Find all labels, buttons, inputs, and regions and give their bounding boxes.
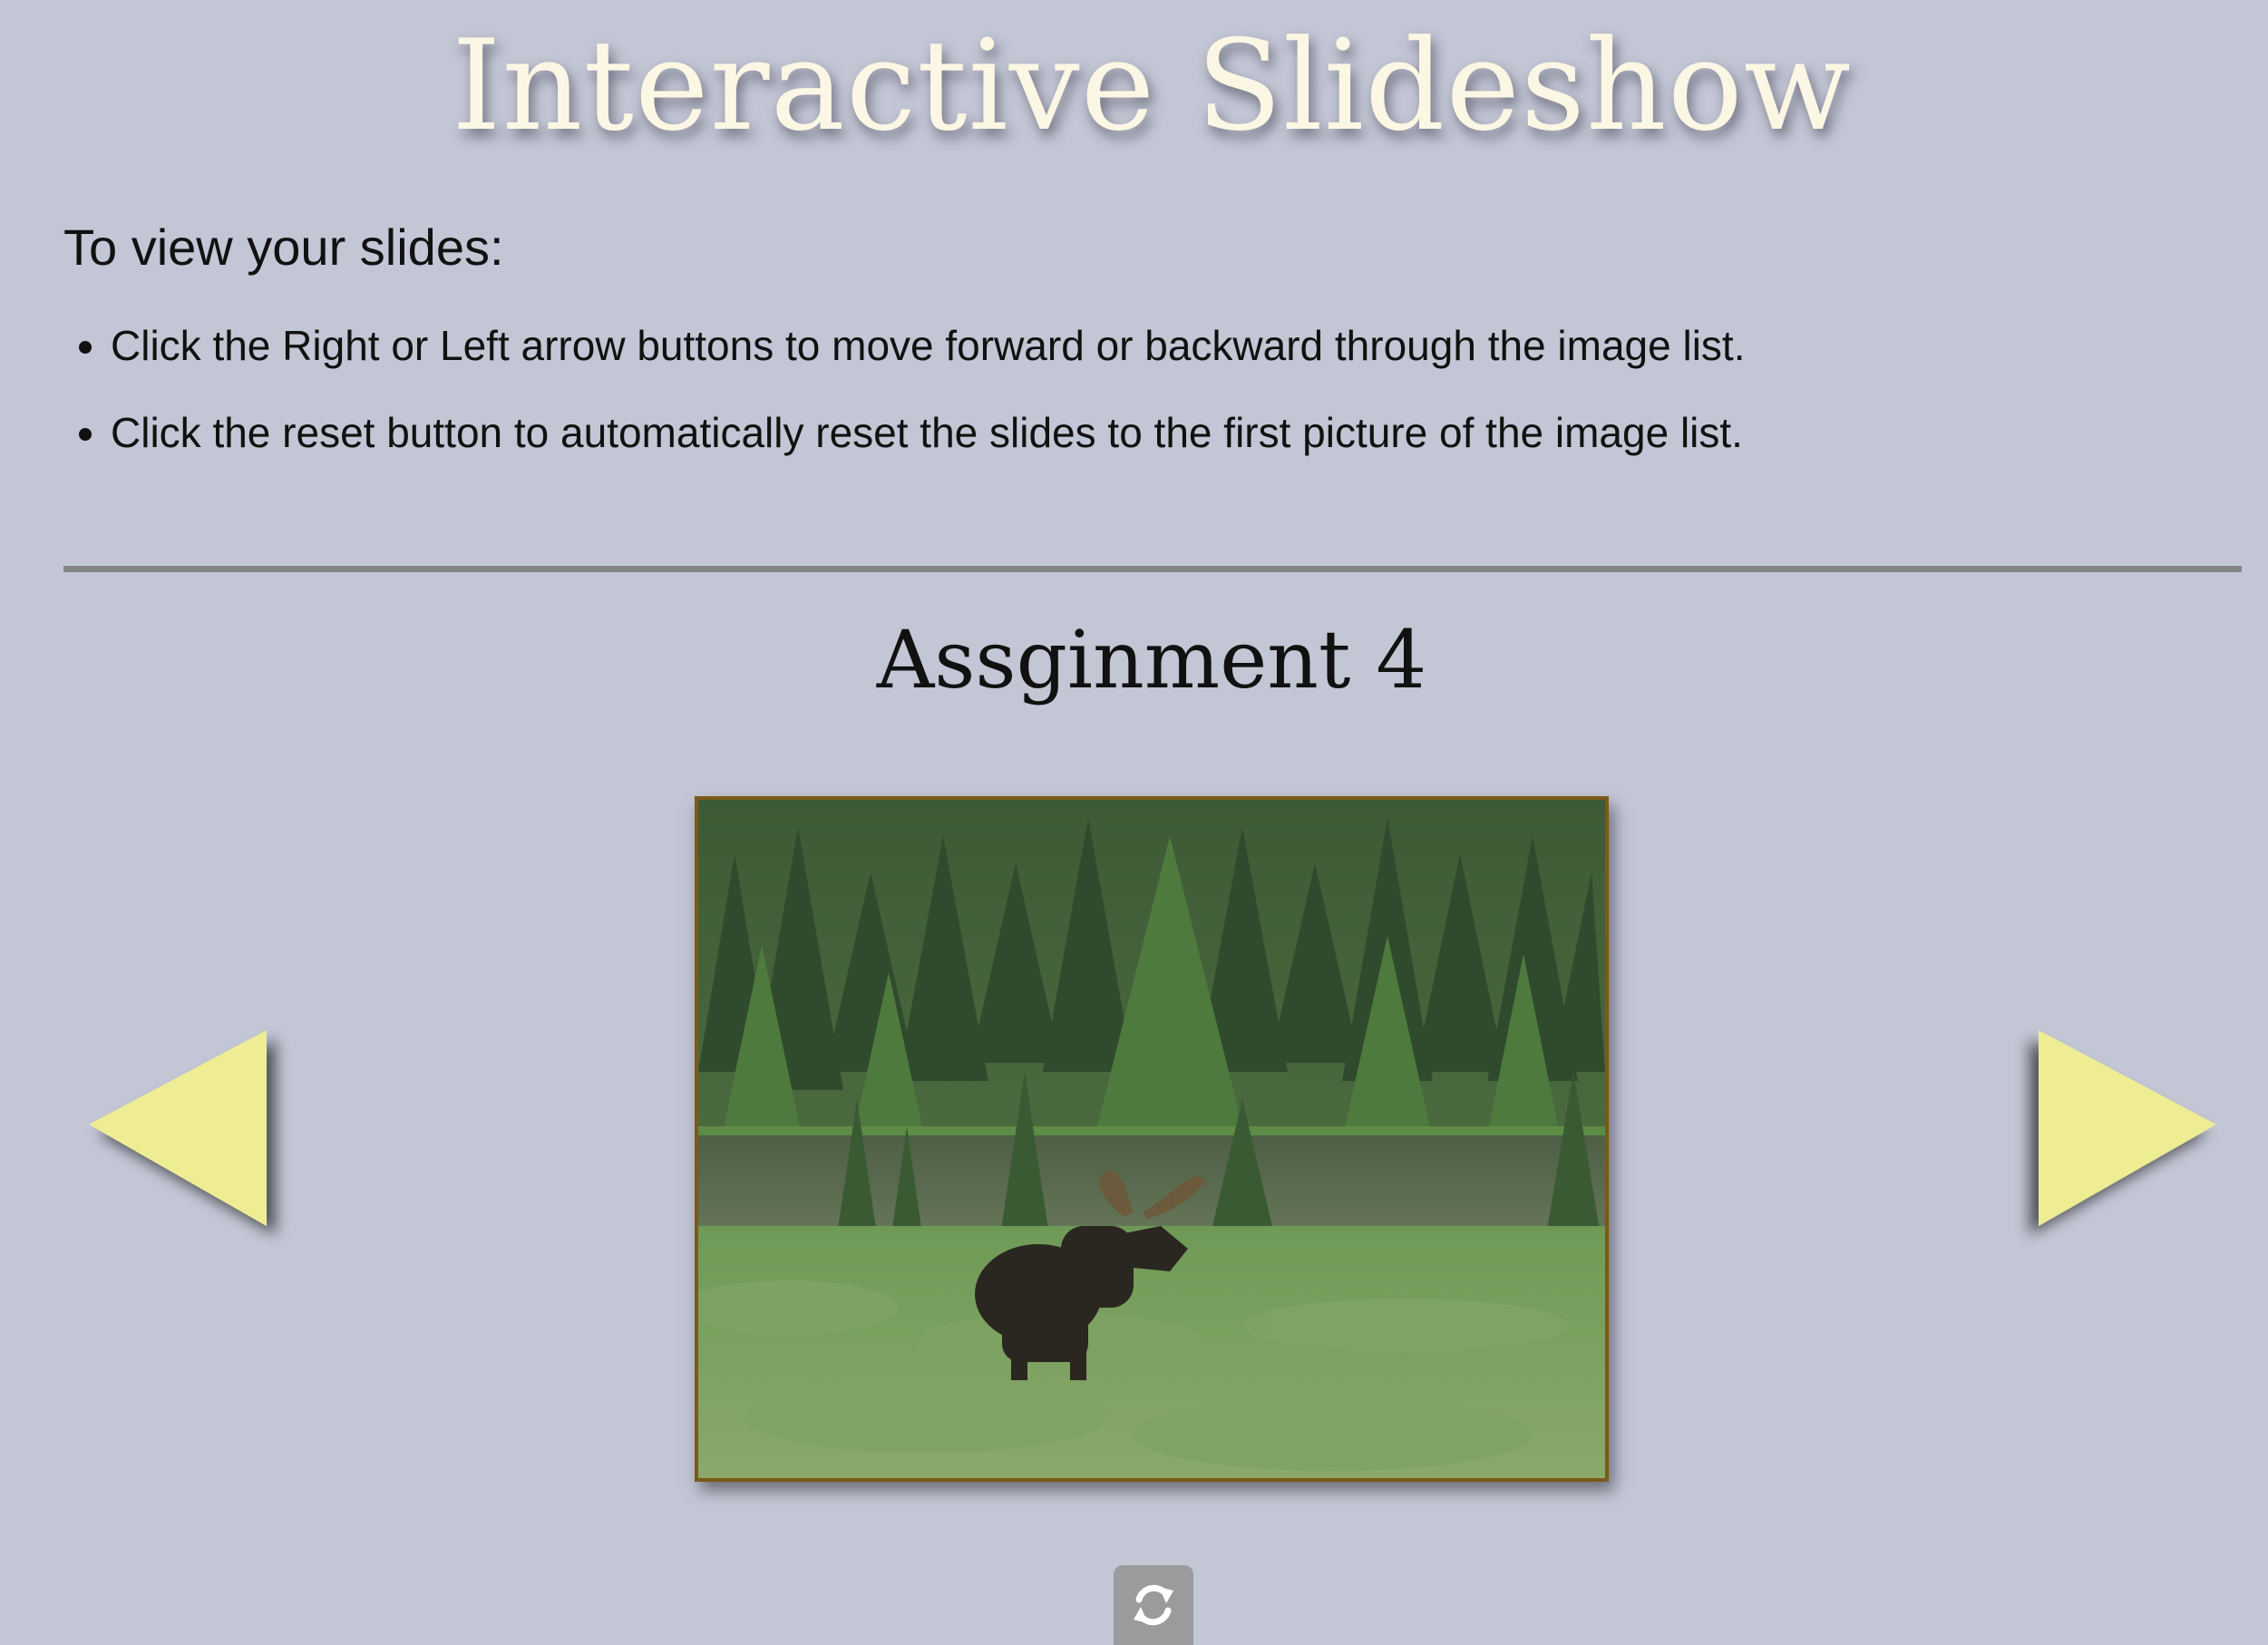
instruction-item-arrows: Click the Right or Left arrow buttons to… — [111, 313, 2196, 378]
previous-slide-button[interactable] — [82, 1025, 281, 1242]
slide-image — [695, 796, 1609, 1482]
section-divider — [63, 566, 2242, 572]
slideshow-title: Assginment 4 — [876, 613, 1427, 706]
slide-photo — [698, 800, 1605, 1478]
left-arrow-icon — [89, 1030, 267, 1226]
instructions-heading: To view your slides: — [63, 219, 504, 276]
instruction-item-reset: Click the reset button to automatically … — [111, 400, 2196, 465]
next-slide-button[interactable] — [2031, 1025, 2231, 1242]
right-arrow-icon — [2039, 1030, 2216, 1226]
reset-button[interactable] — [1114, 1565, 1193, 1645]
instructions-list: Click the Right or Left arrow buttons to… — [63, 313, 2196, 487]
refresh-icon — [1134, 1584, 1173, 1626]
page-title: Interactive Slideshow — [452, 13, 1852, 159]
